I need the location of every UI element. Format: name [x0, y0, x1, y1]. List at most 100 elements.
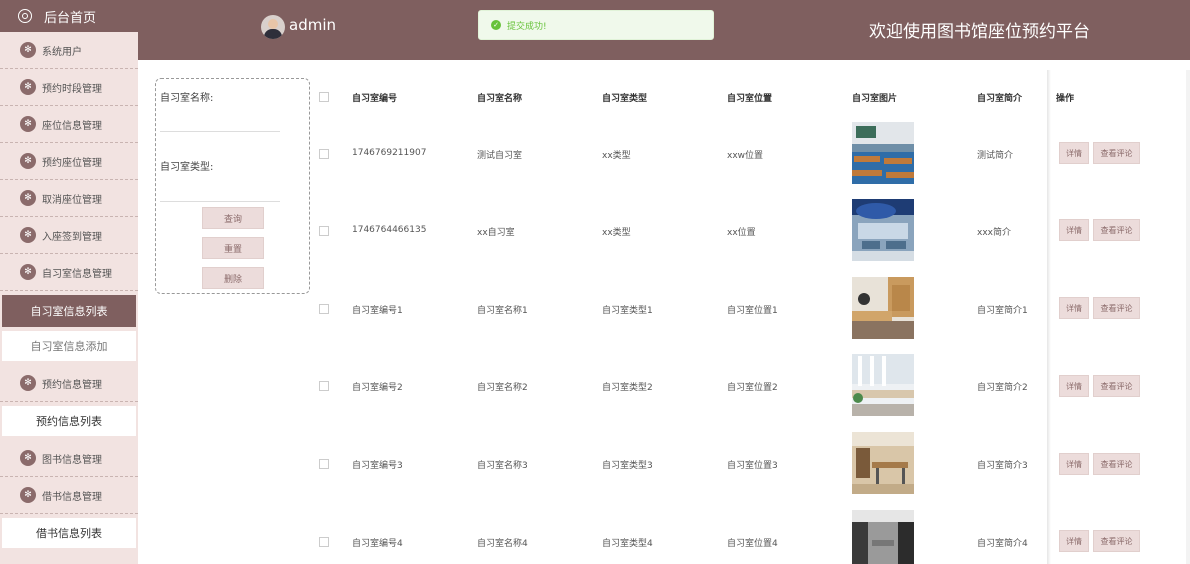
detail-button[interactable]: 详情 — [1059, 375, 1089, 397]
cell-no: 1746764466135 — [352, 225, 427, 235]
room-image — [852, 432, 914, 494]
sidebar-item-checkin[interactable]: ✻ 入座签到管理 — [0, 217, 138, 254]
menu-icon: ✻ — [20, 153, 36, 169]
sidebar-item-seat-info[interactable]: ✻ 座位信息管理 — [0, 106, 138, 143]
row-checkbox[interactable] — [319, 304, 329, 314]
cell-no: 自习室编号3 — [352, 461, 403, 471]
delete-button[interactable]: 删除 — [202, 267, 264, 289]
sidebar-home-label: 后台首页 — [44, 10, 97, 26]
detail-button[interactable]: 详情 — [1059, 297, 1089, 319]
sidebar-item-reserve-seat[interactable]: ✻ 预约座位管理 — [0, 143, 138, 180]
cell-location: xxw位置 — [727, 151, 764, 161]
detail-button-label: 详情 — [1066, 459, 1082, 469]
row-checkbox[interactable] — [319, 459, 329, 469]
view-comments-button[interactable]: 查看评论 — [1093, 375, 1140, 397]
sidebar: 后台首页 ✻ 系统用户 ✻ 预约时段管理 ✻ 座位信息管理 ✻ 预约座位管理 ✻ 取消座位… — [0, 0, 138, 564]
menu-icon: ✻ — [20, 79, 36, 95]
sidebar-item-label: 借书信息管理 — [42, 491, 102, 503]
detail-button[interactable]: 详情 — [1059, 219, 1089, 241]
column-header-location: 自习室位置 — [727, 94, 773, 104]
column-header-intro: 自习室简介 — [977, 94, 1023, 104]
sidebar-sub-label: 预约信息列表 — [36, 415, 102, 428]
room-image — [852, 354, 914, 416]
menu-icon: ✻ — [20, 264, 36, 280]
select-all-checkbox[interactable] — [319, 92, 329, 102]
scrollbar[interactable] — [1186, 70, 1190, 564]
cell-intro: 自习室简介4 — [977, 539, 1028, 549]
view-comments-button[interactable]: 查看评论 — [1093, 530, 1140, 552]
room-image — [852, 277, 914, 339]
sidebar-item-borrow-info[interactable]: ✻ 借书信息管理 — [0, 477, 138, 514]
view-comments-label: 查看评论 — [1100, 225, 1133, 235]
sidebar-item-system-user[interactable]: ✻ 系统用户 — [0, 32, 138, 69]
home-icon — [18, 9, 32, 23]
cell-intro: 自习室简介2 — [977, 383, 1028, 393]
sidebar-item-book-info[interactable]: ✻ 图书信息管理 — [0, 440, 138, 477]
detail-button[interactable]: 详情 — [1059, 142, 1089, 164]
sidebar-sub-study-room-list[interactable]: 自习室信息列表 — [2, 295, 136, 327]
detail-button-label: 详情 — [1066, 225, 1082, 235]
cell-intro: xxx简介 — [977, 228, 1011, 238]
sidebar-sub-reserve-list[interactable]: 预约信息列表 — [2, 406, 136, 436]
view-comments-button[interactable]: 查看评论 — [1093, 453, 1140, 475]
room-type-input[interactable] — [160, 201, 280, 202]
username[interactable]: admin — [289, 16, 336, 34]
sidebar-item-time-slot[interactable]: ✻ 预约时段管理 — [0, 69, 138, 106]
column-header-actions: 操作 — [1056, 94, 1075, 104]
sidebar-home[interactable]: 后台首页 — [0, 0, 138, 32]
menu-icon: ✻ — [20, 487, 36, 503]
detail-button[interactable]: 详情 — [1059, 530, 1089, 552]
room-image — [852, 122, 914, 184]
success-toast: ✓ 提交成功! — [478, 10, 714, 40]
view-comments-button[interactable]: 查看评论 — [1093, 142, 1140, 164]
avatar[interactable] — [261, 15, 285, 39]
cell-no: 1746769211907 — [352, 148, 427, 158]
sidebar-item-label: 预约时段管理 — [42, 83, 102, 95]
menu-icon: ✻ — [20, 375, 36, 391]
column-header-image: 自习室图片 — [852, 94, 898, 104]
sidebar-item-label: 座位信息管理 — [42, 120, 102, 132]
cell-intro: 自习室简介3 — [977, 461, 1028, 471]
cell-name: 自习室名称1 — [477, 306, 528, 316]
sidebar-item-reserve-info[interactable]: ✻ 预约信息管理 — [0, 365, 138, 402]
cell-location: 自习室位置2 — [727, 383, 778, 393]
reset-button[interactable]: 重置 — [202, 237, 264, 259]
menu-icon: ✻ — [20, 190, 36, 206]
cell-location: xx位置 — [727, 228, 756, 238]
detail-button-label: 详情 — [1066, 381, 1082, 391]
view-comments-label: 查看评论 — [1100, 536, 1133, 546]
view-comments-label: 查看评论 — [1100, 303, 1133, 313]
row-checkbox[interactable] — [319, 381, 329, 391]
row-checkbox[interactable] — [319, 149, 329, 159]
cell-name: 自习室名称3 — [477, 461, 528, 471]
cell-type: 自习室类型1 — [602, 306, 653, 316]
view-comments-button[interactable]: 查看评论 — [1093, 219, 1140, 241]
sidebar-item-study-room[interactable]: ✻ 自习室信息管理 — [0, 254, 138, 291]
row-checkbox[interactable] — [319, 537, 329, 547]
menu-icon: ✻ — [20, 42, 36, 58]
cell-name: xx自习室 — [477, 228, 515, 238]
detail-button[interactable]: 详情 — [1059, 453, 1089, 475]
cell-type: 自习室类型4 — [602, 539, 653, 549]
cell-type: 自习室类型3 — [602, 461, 653, 471]
sidebar-sub-study-room-add[interactable]: 自习室信息添加 — [2, 331, 136, 361]
sidebar-item-label: 预约座位管理 — [42, 157, 102, 169]
sidebar-sub-label: 自习室信息添加 — [30, 340, 108, 353]
query-button[interactable]: 查询 — [202, 207, 264, 229]
row-checkbox[interactable] — [319, 226, 329, 236]
cell-type: 自习室类型2 — [602, 383, 653, 393]
room-image — [852, 510, 914, 564]
view-comments-label: 查看评论 — [1100, 148, 1133, 158]
check-circle-icon: ✓ — [491, 20, 501, 30]
cell-intro: 测试简介 — [977, 151, 1014, 161]
sidebar-item-cancel-seat[interactable]: ✻ 取消座位管理 — [0, 180, 138, 217]
room-type-label: 自习室类型: — [160, 162, 214, 173]
query-button-label: 查询 — [223, 214, 242, 225]
cell-no: 自习室编号4 — [352, 539, 403, 549]
room-image — [852, 199, 914, 261]
sidebar-sub-borrow-list[interactable]: 借书信息列表 — [2, 518, 136, 548]
view-comments-button[interactable]: 查看评论 — [1093, 297, 1140, 319]
menu-icon: ✻ — [20, 227, 36, 243]
sidebar-item-label: 图书信息管理 — [42, 454, 102, 466]
room-name-input[interactable] — [160, 131, 280, 132]
